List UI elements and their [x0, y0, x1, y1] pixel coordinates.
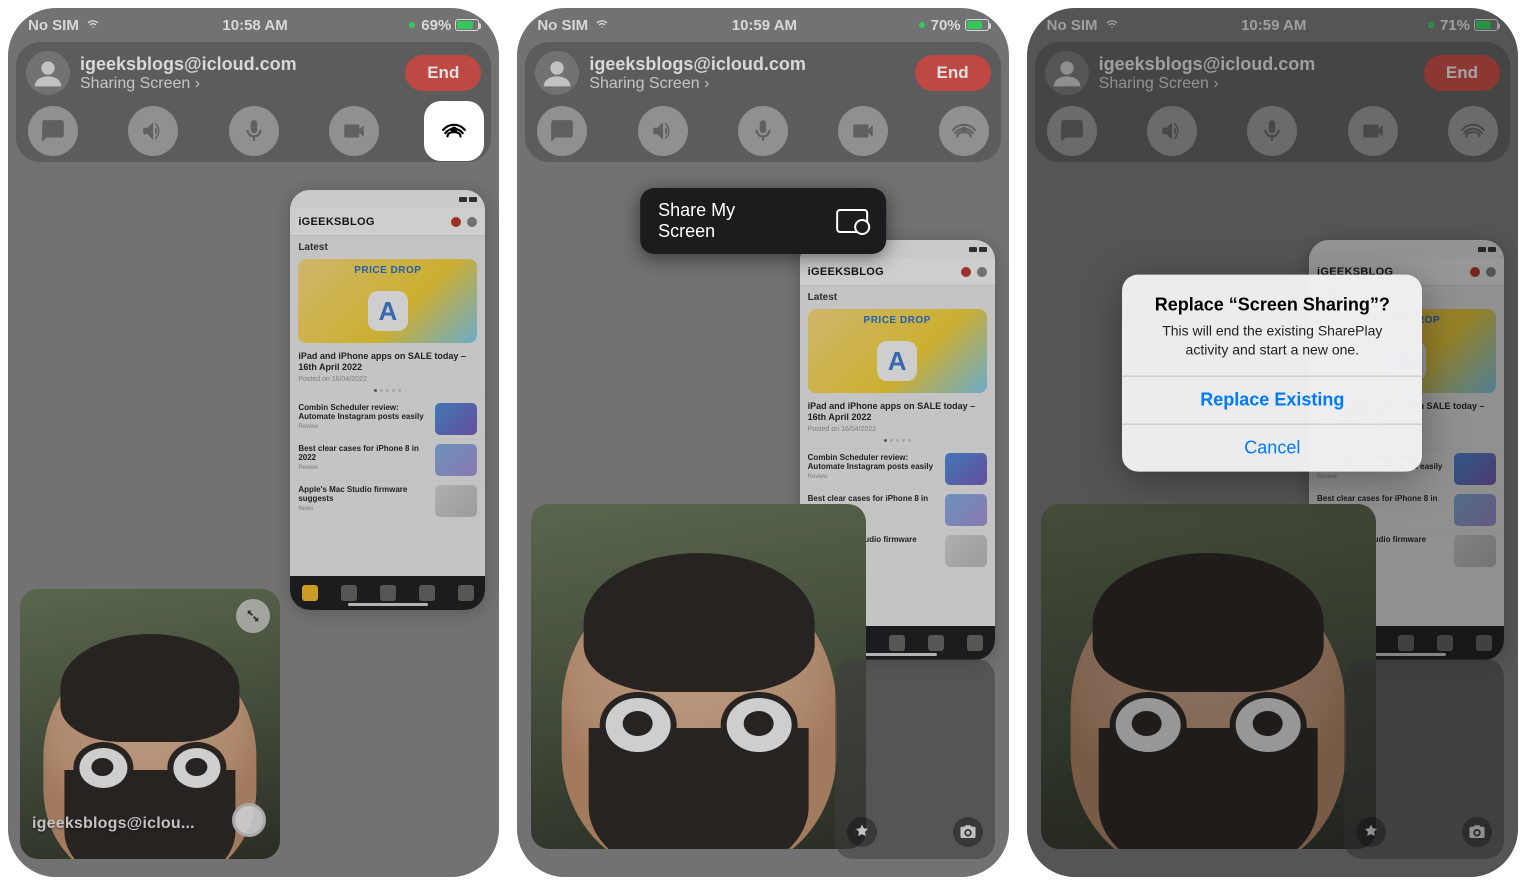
messages-button[interactable] — [28, 106, 78, 156]
banner-app-icon: A — [368, 291, 408, 331]
bell-icon — [451, 217, 461, 227]
shutter-button[interactable] — [232, 803, 266, 837]
messages-button[interactable] — [537, 106, 587, 156]
screenshot-step-1: No SIM 10:58 AM 69% igeeksblogs@icloud.c… — [8, 8, 499, 877]
home-indicator — [348, 603, 428, 606]
self-pip[interactable]: igeeksblogs@iclou... — [20, 589, 280, 859]
headline: iPad and iPhone apps on SALE today – 16t… — [298, 351, 477, 374]
avatar[interactable] — [535, 51, 579, 95]
carrier-label: No SIM — [537, 17, 588, 34]
alert-body: This will end the existing SharePlay act… — [1140, 322, 1404, 360]
mute-button[interactable] — [229, 106, 279, 156]
replace-existing-button[interactable]: Replace Existing — [1122, 375, 1422, 423]
gear-icon — [467, 217, 477, 227]
sharing-status[interactable]: Sharing Screen › — [589, 75, 904, 93]
speaker-button[interactable] — [128, 106, 178, 156]
camera-button[interactable] — [329, 106, 379, 156]
shared-app-logo: iGEEKSBLOG — [298, 216, 374, 228]
share-my-screen-button[interactable]: Share My Screen — [640, 188, 886, 254]
call-header: igeeksblogs@icloud.com Sharing Screen › … — [16, 42, 491, 162]
clock: 10:59 AM — [732, 17, 797, 34]
speaker-button[interactable] — [638, 106, 688, 156]
shared-screen-preview[interactable]: iGEEKSBLOG Latest PRICE DROP A iPad and … — [290, 190, 485, 610]
screenshot-step-2: No SIM 10:59 AM 70% igeeksblogs@icloud.c… — [517, 8, 1008, 877]
wifi-icon — [85, 17, 101, 34]
shared-app-logo: iGEEKSBLOG — [808, 266, 884, 278]
shareplay-button[interactable] — [429, 106, 479, 156]
battery-icon — [455, 19, 479, 31]
list-item: Combin Scheduler review: Automate Instag… — [290, 398, 485, 439]
share-screen-icon — [836, 209, 867, 233]
list-item: Best clear cases for iPhone 8 in 2022Rev… — [290, 439, 485, 480]
flip-camera-button[interactable] — [953, 817, 983, 847]
headline-meta: Posted on 16/04/2022 — [298, 376, 477, 383]
cancel-button[interactable]: Cancel — [1122, 423, 1422, 471]
shared-section: Latest — [290, 236, 485, 255]
expand-icon[interactable] — [236, 599, 270, 633]
bell-icon — [961, 267, 971, 277]
list-item: Apple's Mac Studio firmware suggestsNews — [290, 480, 485, 521]
shared-statusbar — [290, 190, 485, 208]
contact-name: igeeksblogs@icloud.com — [80, 54, 395, 75]
banner-app-icon: A — [877, 341, 917, 381]
headline: iPad and iPhone apps on SALE today – 16t… — [808, 401, 987, 424]
end-call-button[interactable]: End — [405, 55, 481, 91]
activity-dot — [919, 22, 925, 28]
clock: 10:58 AM — [222, 17, 287, 34]
end-call-button[interactable]: End — [915, 55, 991, 91]
shared-banner: PRICE DROP A — [298, 259, 477, 343]
battery-percent: 70% — [931, 17, 961, 34]
carrier-label: No SIM — [28, 17, 79, 34]
camera-button[interactable] — [838, 106, 888, 156]
shared-app-header: iGEEKSBLOG — [290, 208, 485, 236]
sharing-status[interactable]: Sharing Screen › — [80, 75, 395, 93]
banner-text: PRICE DROP — [808, 315, 987, 326]
effects-button[interactable] — [847, 817, 877, 847]
remote-pip[interactable] — [531, 504, 866, 849]
screenshot-step-3: No SIM 10:59 AM 71% igeeksblogs@icloud.c… — [1027, 8, 1518, 877]
avatar[interactable] — [26, 51, 70, 95]
battery-icon — [965, 19, 989, 31]
pager-dots — [290, 383, 485, 398]
replace-alert: Replace “Screen Sharing”? This will end … — [1122, 275, 1422, 472]
wifi-icon — [594, 17, 610, 34]
status-bar: No SIM 10:58 AM 69% — [8, 8, 499, 42]
pip-user: igeeksblogs@iclou... — [32, 815, 195, 833]
banner-text: PRICE DROP — [298, 265, 477, 276]
status-bar: No SIM 10:59 AM 70% — [517, 8, 1008, 42]
contact-name: igeeksblogs@icloud.com — [589, 54, 904, 75]
gear-icon — [977, 267, 987, 277]
share-pill-label: Share My Screen — [658, 200, 794, 242]
alert-title: Replace “Screen Sharing”? — [1140, 295, 1404, 316]
call-header: igeeksblogs@icloud.com Sharing Screen › … — [525, 42, 1000, 162]
shareplay-button[interactable] — [939, 106, 989, 156]
self-tile[interactable] — [835, 659, 995, 859]
shared-section: Latest — [800, 286, 995, 305]
mute-button[interactable] — [738, 106, 788, 156]
battery-percent: 69% — [421, 17, 451, 34]
activity-dot — [409, 22, 415, 28]
